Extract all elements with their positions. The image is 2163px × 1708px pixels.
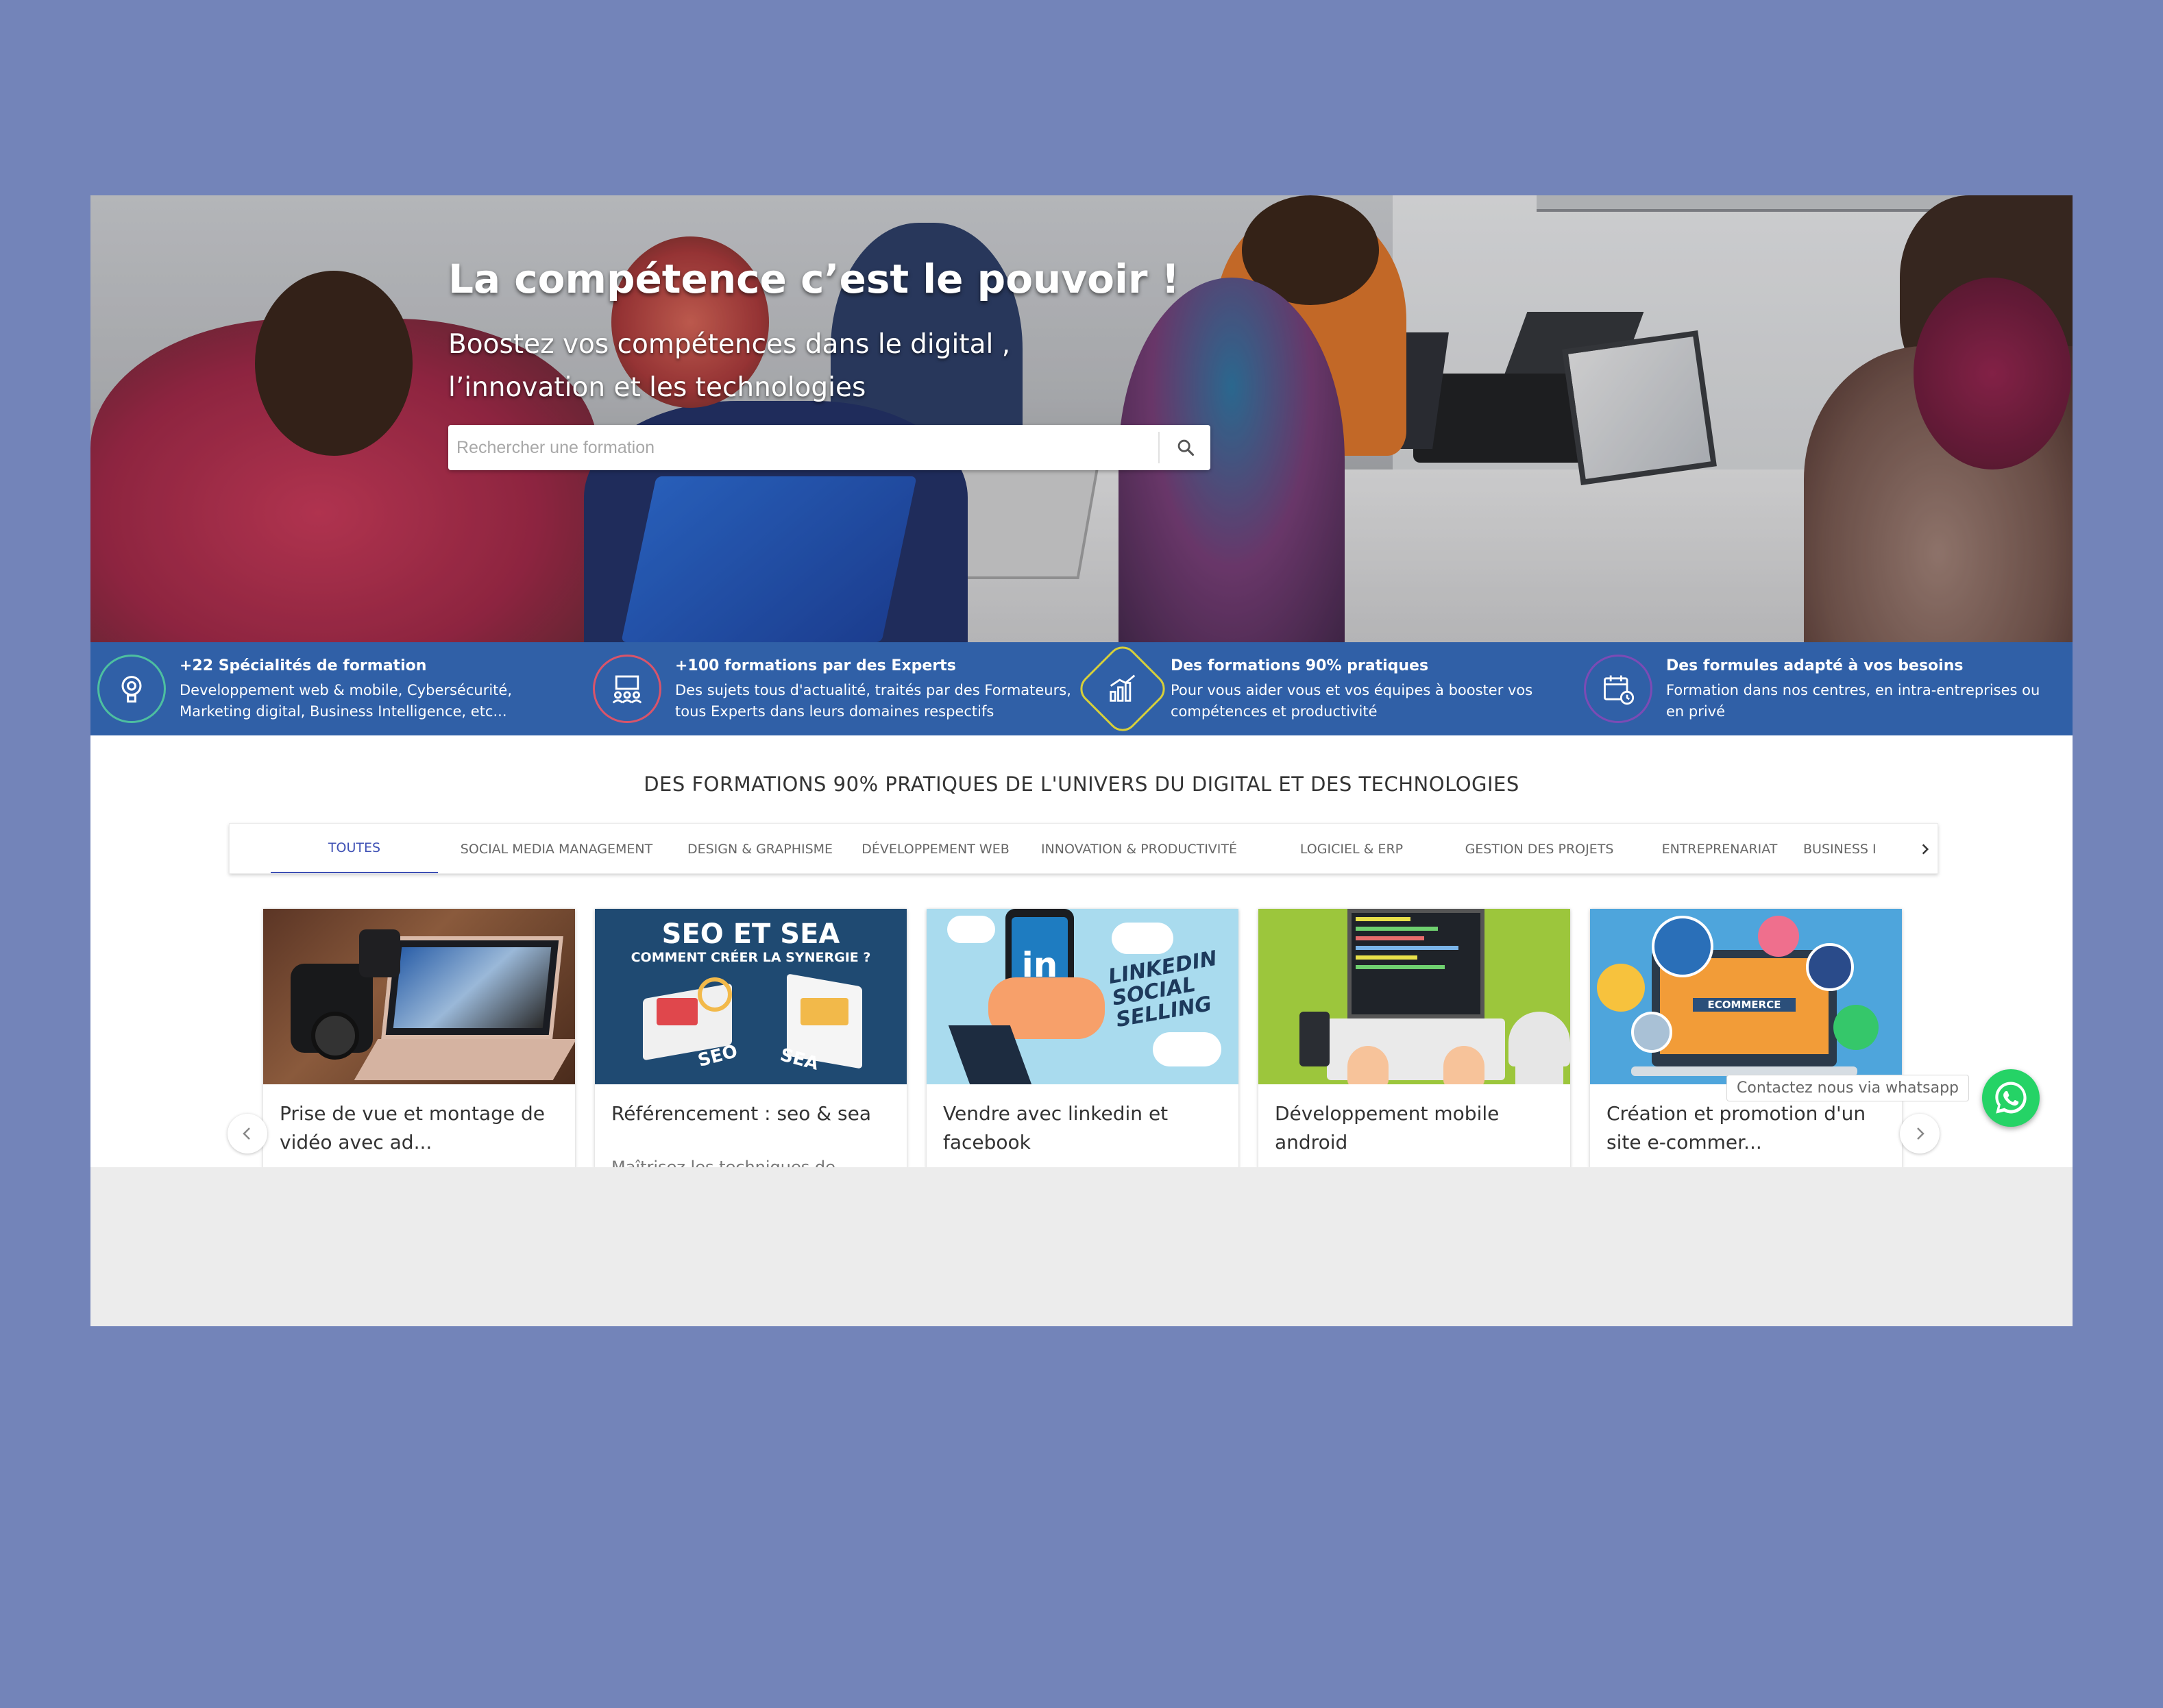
whatsapp-icon [1995, 1082, 2027, 1114]
feature-item: +22 Spécialités de formation Developpeme… [90, 642, 586, 735]
seo-sea-image: SEO ET SEA COMMENT CRÉER LA SYNERGIE ? S… [595, 909, 907, 1084]
hero-subtitle-line: l’innovation et les technologies [448, 372, 866, 403]
feature-description: Developpement web & mobile, Cybersécurit… [180, 680, 584, 722]
feature-description-line: Developpement web & mobile, Cybersécurit… [180, 682, 513, 698]
search-divider [1158, 432, 1160, 463]
course-title: Prise de vue et montage de vidéo avec ad… [280, 1102, 546, 1154]
course-description: Maîtrisez les techniques de [611, 1158, 835, 1167]
feature-description-line: Marketing digital, Business Intelligence… [180, 703, 507, 720]
feature-description: Des sujets tous d'actualité, traités par… [675, 680, 1079, 722]
feature-item: Des formations 90% pratiques Pour vous a… [1074, 640, 1577, 737]
hero-subtitle: Boostez vos compétences dans le digital … [448, 323, 1202, 409]
features-bar: +22 Spécialités de formation Developpeme… [90, 640, 2073, 737]
tab-logiciel-erp[interactable]: LOGICIEL & ERP [1277, 824, 1426, 873]
courses-section: DES FORMATIONS 90% PRATIQUES DE L'UNIVER… [90, 735, 2073, 1167]
course-title: Création et promotion d'un site e-commer… [1606, 1102, 1866, 1154]
whatsapp-contact-label[interactable]: Contactez nous via whatsapp [1726, 1075, 1969, 1101]
calendar-clock-icon [1584, 655, 1652, 723]
carousel-prev-button[interactable] [228, 1114, 267, 1154]
course-card[interactable]: ECOMMERCE Création et promotion d'un sit… [1590, 909, 1902, 1167]
ecommerce-image: ECOMMERCE [1590, 909, 1902, 1084]
category-tabs: TOUTES SOCIAL MEDIA MANAGEMENT DESIGN & … [229, 823, 1938, 874]
hero-title: La compétence c’est le pouvoir ! [448, 256, 1180, 302]
feature-description-line: Des sujets tous d'actualité, traités par… [675, 682, 1071, 698]
tab-entreprenariat[interactable]: ENTREPRENARIAT [1646, 824, 1794, 873]
seo-sea-image-title: SEO ET SEA [661, 918, 840, 950]
course-card[interactable]: Prise de vue et montage de vidéo avec ad… [263, 909, 575, 1167]
section-title: DES FORMATIONS 90% PRATIQUES DE L'UNIVER… [644, 772, 1519, 796]
course-carousel: Prise de vue et montage de vidéo avec ad… [263, 909, 1908, 1167]
browser-viewport: La compétence c’est le pouvoir ! Boostez… [90, 195, 2073, 1326]
carousel-next-button[interactable] [1900, 1114, 1940, 1154]
lightbulb-gear-icon [97, 655, 166, 723]
feature-item: +100 formations par des Experts Des suje… [586, 642, 1082, 735]
feature-description: Pour vous aider vous et vos équipes à bo… [1171, 680, 1575, 722]
hero-subtitle-line: Boostez vos compétences dans le digital … [448, 329, 1011, 360]
feature-description-line: en privé [1666, 703, 1726, 720]
chevron-right-icon [1922, 844, 1929, 855]
search-box [448, 425, 1210, 470]
course-title: Référencement : seo & sea [611, 1102, 872, 1125]
linkedin-social-selling-image: in LINKEDIN SOCIAL SELLING [927, 909, 1238, 1084]
hero-banner: La compétence c’est le pouvoir ! Boostez… [90, 195, 2073, 642]
tab-social-media-management[interactable]: SOCIAL MEDIA MANAGEMENT [448, 824, 665, 873]
tab-innovation-productivite[interactable]: INNOVATION & PRODUCTIVITÉ [1029, 824, 1249, 873]
tabs-scroll-right-button[interactable] [1913, 824, 1938, 873]
feature-description-line: Formation dans nos centres, en intra-ent… [1666, 682, 2040, 698]
feature-item: Des formules adapté à vos besoins Format… [1577, 642, 2073, 735]
feature-title: Des formules adapté à vos besoins [1666, 657, 1964, 674]
ecommerce-label: ECOMMERCE [1693, 998, 1796, 1012]
feature-description: Formation dans nos centres, en intra-ent… [1666, 680, 2070, 722]
feature-title: Des formations 90% pratiques [1171, 657, 1429, 674]
feature-title: +22 Spécialités de formation [180, 657, 427, 674]
tab-developpement-web[interactable]: DÉVELOPPEMENT WEB [851, 824, 1021, 873]
feature-description-line: compétences et productivité [1171, 703, 1378, 720]
tab-gestion-des-projets[interactable]: GESTION DES PROJETS [1443, 824, 1636, 873]
search-button[interactable] [1161, 425, 1210, 470]
course-card[interactable]: in LINKEDIN SOCIAL SELLING Vendre avec l… [927, 909, 1238, 1167]
feature-description-line: tous Experts dans leurs domaines respect… [675, 703, 994, 720]
growth-chart-icon [1074, 640, 1171, 737]
tab-design-graphisme[interactable]: DESIGN & GRAPHISME [678, 824, 842, 873]
course-card[interactable]: Développement mobile android [1258, 909, 1570, 1167]
chevron-right-icon [1917, 1127, 1924, 1140]
search-input[interactable] [448, 425, 1154, 470]
search-icon [1177, 439, 1195, 456]
course-card[interactable]: SEO ET SEA COMMENT CRÉER LA SYNERGIE ? S… [595, 909, 907, 1167]
chevron-left-icon [243, 1127, 250, 1140]
classroom-icon [593, 655, 661, 723]
feature-title: +100 formations par des Experts [675, 657, 956, 674]
course-title: Vendre avec linkedin et facebook [943, 1102, 1169, 1154]
whatsapp-button[interactable] [1982, 1069, 2040, 1127]
linkedin-social-selling-text: LINKEDIN SOCIAL SELLING [1107, 947, 1227, 1032]
seo-sea-image-subtitle: COMMENT CRÉER LA SYNERGIE ? [631, 950, 871, 965]
android-development-image [1258, 909, 1570, 1084]
camera-laptop-image [263, 909, 575, 1084]
course-title: Développement mobile android [1275, 1102, 1500, 1154]
feature-description-line: Pour vous aider vous et vos équipes à bo… [1171, 682, 1533, 698]
tab-toutes[interactable]: TOUTES [271, 824, 438, 873]
